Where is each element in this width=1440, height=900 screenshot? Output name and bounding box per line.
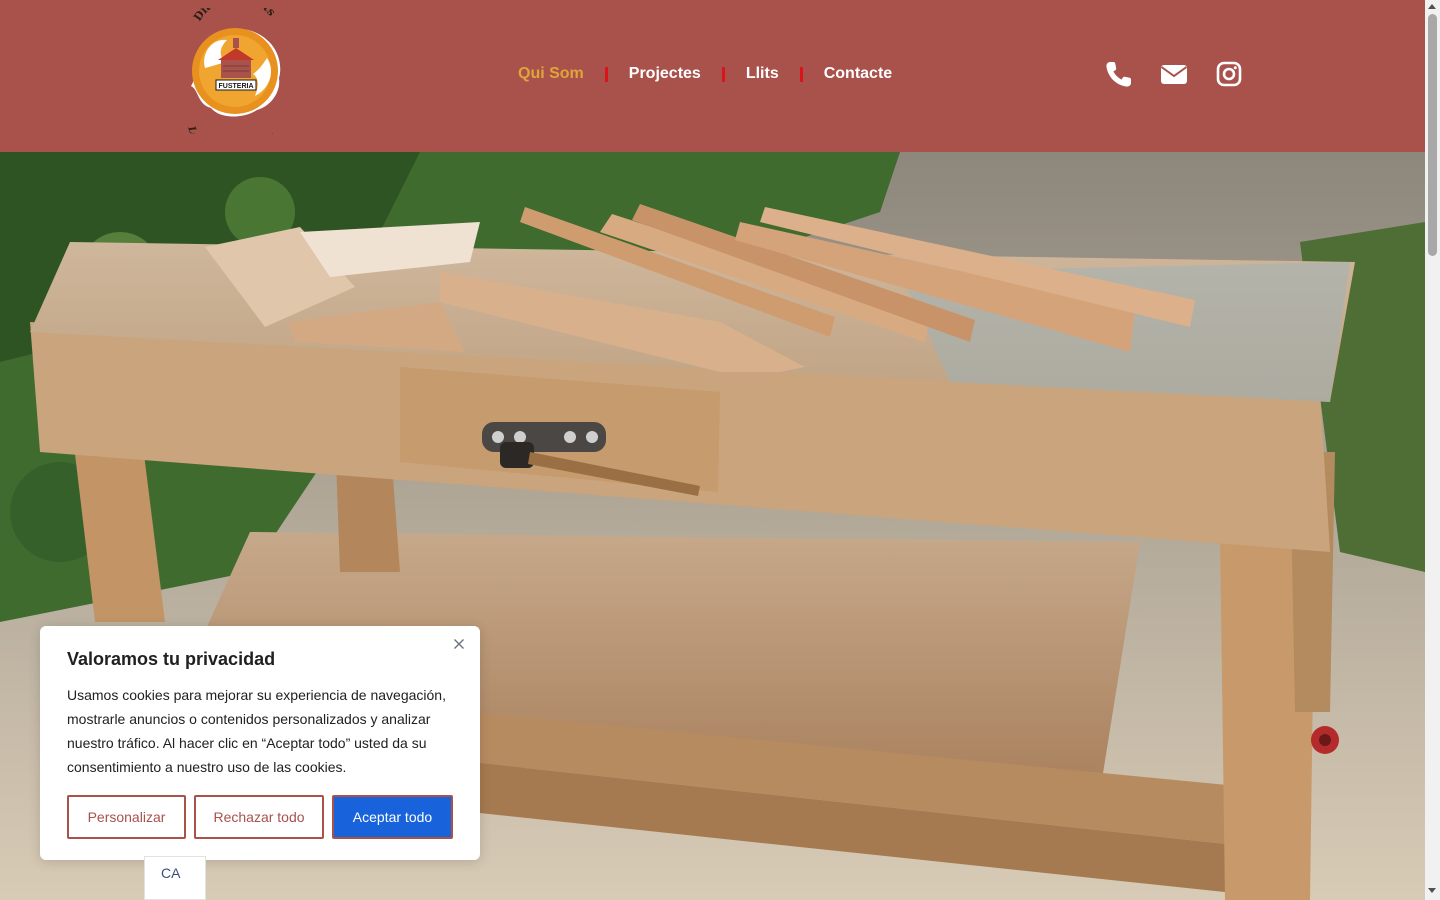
nav-separator [721, 66, 725, 82]
svg-text:La Bisbal d'Empordà: La Bisbal d'Empordà [185, 124, 280, 134]
phone-icon[interactable] [1103, 58, 1135, 90]
site-header: FUSTERIA Dia i Mil Llits La Bisbal d'Emp… [0, 0, 1425, 166]
cookie-consent-banner: Valoramos tu privacidad Usamos cookies p… [40, 626, 480, 860]
scrollbar[interactable] [1425, 0, 1440, 900]
cookie-banner-title: Valoramos tu privacidad [67, 649, 276, 669]
nav-item-contacte[interactable]: Contacte [824, 65, 892, 83]
reject-all-button[interactable]: Rechazar todo [194, 795, 324, 839]
scroll-down-arrow-icon[interactable] [1428, 888, 1436, 893]
close-icon[interactable] [451, 636, 467, 652]
nav-separator [799, 66, 803, 82]
scrollbar-thumb[interactable] [1428, 14, 1437, 256]
envelope-icon[interactable] [1158, 58, 1190, 90]
site-logo[interactable]: FUSTERIA Dia i Mil Llits La Bisbal d'Emp… [183, 0, 287, 166]
svg-text:FUSTERIA: FUSTERIA [219, 83, 254, 90]
nav-item-projectes[interactable]: Projectes [629, 65, 701, 83]
language-switcher[interactable]: CA [144, 856, 206, 900]
customize-button[interactable]: Personalizar [67, 795, 186, 839]
nav-item-llits[interactable]: Llits [746, 65, 779, 83]
nav-separator [604, 66, 608, 82]
nav-item-qui-som[interactable]: Qui Som [518, 65, 584, 83]
instagram-icon[interactable] [1213, 58, 1245, 90]
main-nav: Qui Som Projectes Llits Contacte [518, 60, 892, 88]
svg-text:Dia i Mil Llits: Dia i Mil Llits [191, 8, 278, 23]
scroll-up-arrow-icon[interactable] [1428, 4, 1436, 9]
logo-graphic: FUSTERIA Dia i Mil Llits La Bisbal d'Emp… [185, 0, 281, 166]
cookie-banner-text: Usamos cookies para mejorar su experienc… [67, 687, 446, 775]
accept-all-button[interactable]: Aceptar todo [332, 795, 453, 839]
